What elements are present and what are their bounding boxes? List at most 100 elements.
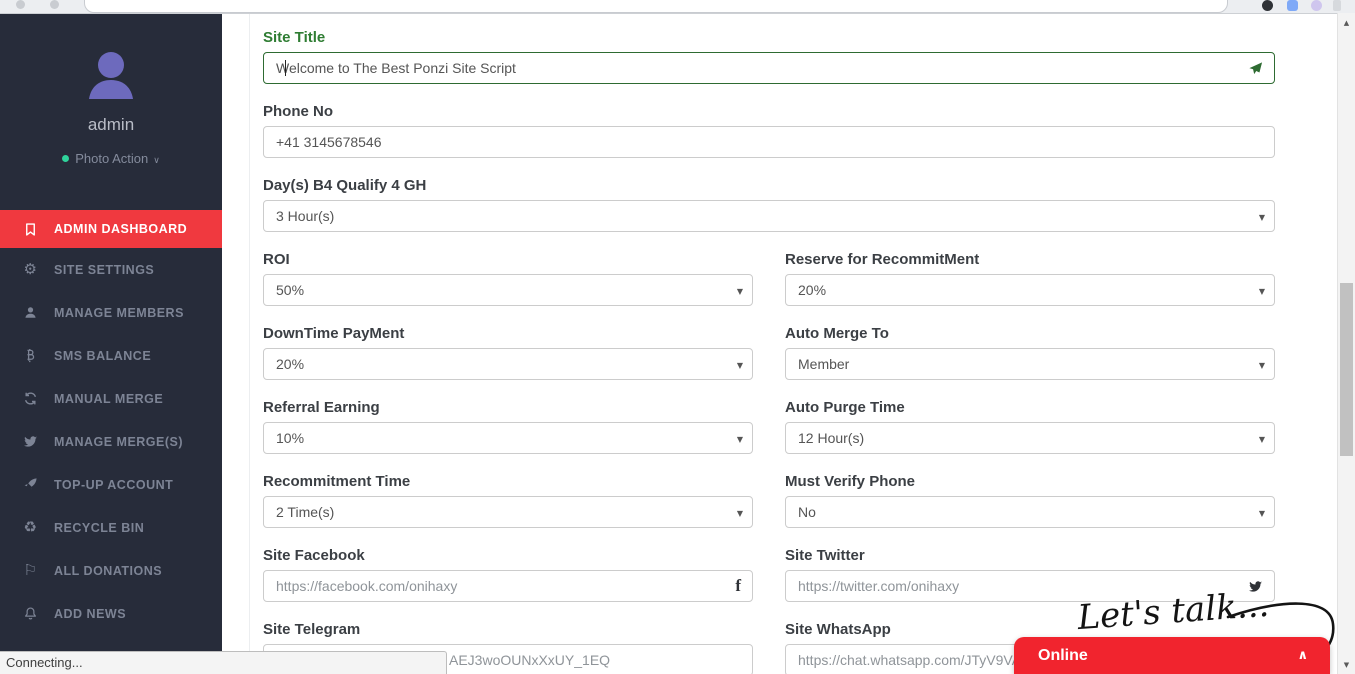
sidebar-item-admin-dashboard[interactable]: ADMIN DASHBOARD bbox=[0, 210, 222, 248]
scroll-down-icon[interactable]: ▼ bbox=[1338, 657, 1355, 672]
twitter-icon bbox=[1248, 570, 1263, 602]
sidebar-username: admin bbox=[0, 115, 222, 135]
online-dot bbox=[62, 155, 69, 162]
site-title-label: Site Title bbox=[263, 29, 1275, 47]
sidebar-item-label: ADMIN DASHBOARD bbox=[54, 222, 187, 236]
dropdown-arrow-icon: ▼ bbox=[737, 509, 743, 518]
sidebar-item-sms-balance[interactable]: SMS BALANCE bbox=[0, 334, 222, 377]
browser-menu-icon[interactable] bbox=[1333, 0, 1341, 11]
roi-select[interactable]: 50% ▼ bbox=[263, 274, 753, 306]
site-telegram-label: Site Telegram bbox=[263, 621, 753, 639]
settings-content: Site Title Phone No Day(s) B4 Qualify 4 … bbox=[222, 13, 1338, 674]
sidebar-item-label: ALL DONATIONS bbox=[54, 564, 162, 578]
site-settings-form: Site Title Phone No Day(s) B4 Qualify 4 … bbox=[263, 29, 1275, 674]
select-value: 20% bbox=[276, 356, 304, 372]
bookmark-icon bbox=[22, 222, 39, 237]
roi-label: ROI bbox=[263, 251, 753, 269]
dropdown-arrow-icon: ▼ bbox=[737, 287, 743, 296]
dropdown-arrow-icon: ▼ bbox=[1259, 287, 1265, 296]
referral-earning-select[interactable]: 10% ▼ bbox=[263, 422, 753, 454]
auto-purge-time-label: Auto Purge Time bbox=[785, 399, 1275, 417]
sidebar-item-manage-merges[interactable]: MANAGE MERGE(S) bbox=[0, 420, 222, 463]
rocket-icon bbox=[22, 477, 39, 492]
sidebar-item-label: MANAGE MERGE(S) bbox=[54, 435, 183, 449]
user-icon bbox=[22, 305, 39, 320]
browser-back-icon[interactable] bbox=[16, 0, 25, 9]
recommitment-time-label: Recommitment Time bbox=[263, 473, 753, 491]
must-verify-phone-select[interactable]: No ▼ bbox=[785, 496, 1275, 528]
auto-merge-to-label: Auto Merge To bbox=[785, 325, 1275, 343]
reserve-recommitment-label: Reserve for RecommitMent bbox=[785, 251, 1275, 269]
user-avatar-icon bbox=[77, 41, 145, 109]
select-value: 10% bbox=[276, 430, 304, 446]
photo-action-menu[interactable]: Photo Action ∨ bbox=[0, 151, 222, 166]
select-value: 2 Time(s) bbox=[276, 504, 334, 520]
bitcoin-icon bbox=[22, 348, 39, 363]
site-facebook-label: Site Facebook bbox=[263, 547, 753, 565]
sidebar-item-all-donations[interactable]: ⚐ ALL DONATIONS bbox=[0, 549, 222, 592]
select-value: 12 Hour(s) bbox=[798, 430, 864, 446]
browser-profile-icon[interactable] bbox=[1262, 0, 1273, 11]
sidebar-item-label: RECYCLE BIN bbox=[54, 521, 144, 535]
downtime-payment-label: DownTime PayMent bbox=[263, 325, 753, 343]
site-title-input[interactable] bbox=[263, 52, 1275, 84]
auto-purge-time-select[interactable]: 12 Hour(s) ▼ bbox=[785, 422, 1275, 454]
sidebar-item-manage-members[interactable]: MANAGE MEMBERS bbox=[0, 291, 222, 334]
downtime-payment-select[interactable]: 20% ▼ bbox=[263, 348, 753, 380]
reserve-recommitment-select[interactable]: 20% ▼ bbox=[785, 274, 1275, 306]
facebook-icon: f bbox=[735, 570, 741, 602]
recommitment-time-select[interactable]: 2 Time(s) ▼ bbox=[263, 496, 753, 528]
app-screen: admin Photo Action ∨ ADMIN DASHBOARD ⚙ SI… bbox=[0, 0, 1355, 674]
send-icon bbox=[1248, 52, 1263, 84]
photo-action-label: Photo Action bbox=[75, 151, 148, 166]
dropdown-arrow-icon: ▼ bbox=[1259, 361, 1265, 370]
auto-merge-to-select[interactable]: Member ▼ bbox=[785, 348, 1275, 380]
browser-toolbar bbox=[0, 0, 1355, 14]
sidebar-item-label: SMS BALANCE bbox=[54, 349, 151, 363]
twitter-icon bbox=[22, 434, 39, 449]
sidebar-item-topup-account[interactable]: TOP-UP ACCOUNT bbox=[0, 463, 222, 506]
sidebar-item-manual-merge[interactable]: MANUAL MERGE bbox=[0, 377, 222, 420]
chat-status-label: Online bbox=[1038, 637, 1088, 674]
sync-icon bbox=[22, 391, 39, 406]
select-value: 3 Hour(s) bbox=[276, 208, 334, 224]
site-twitter-input[interactable] bbox=[785, 570, 1275, 602]
live-chat-widget[interactable]: Online ∧ bbox=[1014, 637, 1330, 674]
vertical-scrollbar[interactable]: ▲ ▼ bbox=[1337, 13, 1355, 674]
avatar[interactable] bbox=[0, 41, 222, 114]
sidebar-item-label: SITE SETTINGS bbox=[54, 263, 154, 277]
sidebar-item-site-settings[interactable]: ⚙ SITE SETTINGS bbox=[0, 248, 222, 291]
browser-puzzle-icon[interactable] bbox=[1311, 0, 1322, 11]
sidebar: admin Photo Action ∨ ADMIN DASHBOARD ⚙ SI… bbox=[0, 13, 222, 674]
address-bar[interactable] bbox=[84, 0, 1228, 13]
sidebar-item-recycle-bin[interactable]: ♻ RECYCLE BIN bbox=[0, 506, 222, 549]
phone-no-input[interactable] bbox=[263, 126, 1275, 158]
site-facebook-input[interactable] bbox=[263, 570, 753, 602]
browser-status-tooltip: Connecting... bbox=[0, 651, 447, 674]
dropdown-arrow-icon: ▼ bbox=[737, 435, 743, 444]
select-value: 20% bbox=[798, 282, 826, 298]
bell-icon bbox=[22, 606, 39, 621]
chevron-up-icon[interactable]: ∧ bbox=[1297, 637, 1308, 674]
card-divider bbox=[249, 13, 250, 674]
chevron-down-icon: ∨ bbox=[153, 155, 160, 165]
select-value: No bbox=[798, 504, 816, 520]
select-value: Member bbox=[798, 356, 849, 372]
sidebar-item-add-news[interactable]: ADD NEWS bbox=[0, 592, 222, 635]
sidebar-item-label: MANAGE MEMBERS bbox=[54, 306, 184, 320]
sidebar-item-label: ADD NEWS bbox=[54, 607, 126, 621]
must-verify-phone-label: Must Verify Phone bbox=[785, 473, 1275, 491]
days-b4-qualify-select[interactable]: 3 Hour(s) ▼ bbox=[263, 200, 1275, 232]
browser-extension-icon[interactable] bbox=[1287, 0, 1298, 11]
dropdown-arrow-icon: ▼ bbox=[1259, 213, 1265, 222]
flag-icon: ⚐ bbox=[22, 563, 39, 578]
browser-refresh-icon[interactable] bbox=[50, 0, 59, 9]
site-twitter-label: Site Twitter bbox=[785, 547, 1275, 565]
text-cursor bbox=[285, 60, 286, 76]
phone-no-label: Phone No bbox=[263, 103, 1275, 121]
scroll-up-icon[interactable]: ▲ bbox=[1338, 15, 1355, 30]
gear-icon: ⚙ bbox=[22, 262, 39, 277]
scrollbar-thumb[interactable] bbox=[1340, 283, 1353, 456]
dropdown-arrow-icon: ▼ bbox=[1259, 435, 1265, 444]
sidebar-item-label: MANUAL MERGE bbox=[54, 392, 163, 406]
